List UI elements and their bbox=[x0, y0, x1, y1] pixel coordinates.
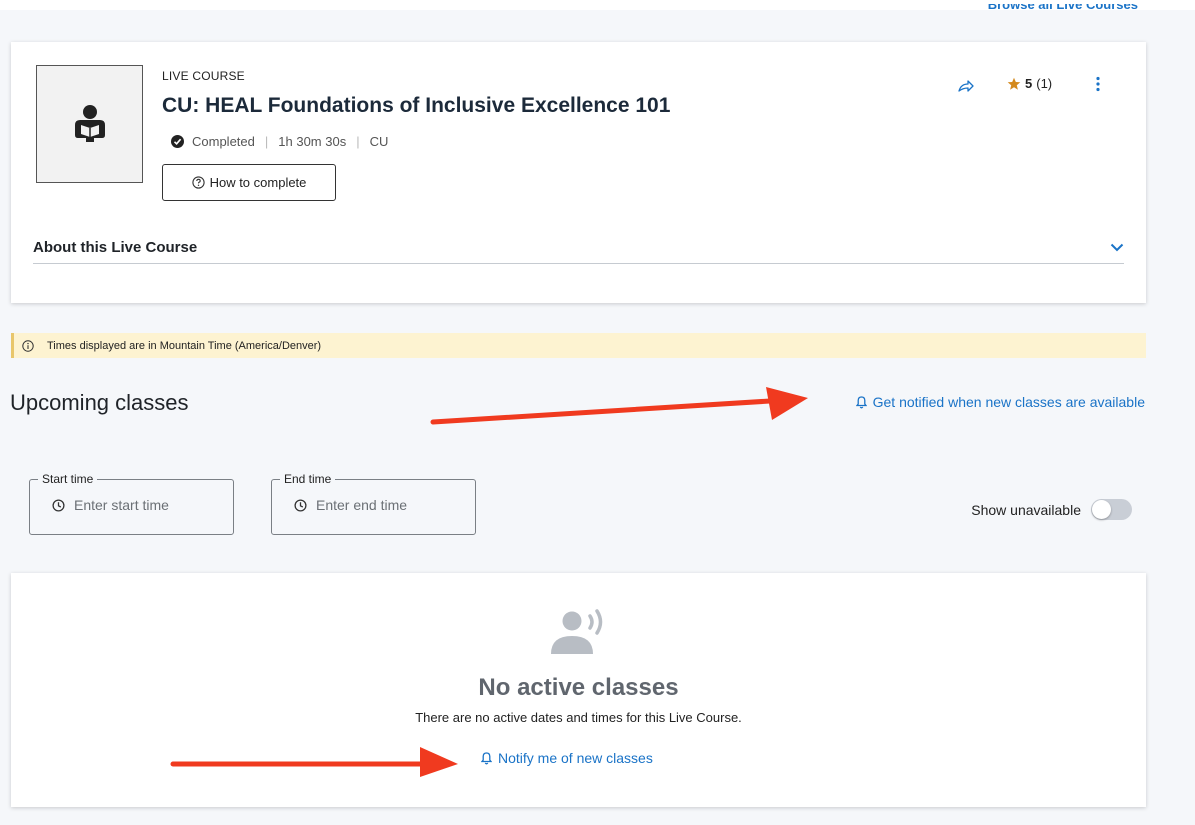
course-thumbnail bbox=[36, 65, 143, 183]
annotation-arrow-top bbox=[430, 387, 808, 425]
show-unavailable-label: Show unavailable bbox=[971, 501, 1081, 518]
notify-new-classes-link[interactable]: Notify me of new classes bbox=[481, 750, 653, 766]
meta-separator: | bbox=[356, 134, 360, 149]
how-to-complete-label: How to complete bbox=[209, 175, 307, 190]
bell-icon bbox=[855, 395, 867, 408]
show-unavailable-toggle[interactable] bbox=[1091, 499, 1132, 520]
start-time-input[interactable] bbox=[74, 497, 214, 513]
get-notified-link[interactable]: Get notified when new classes are availa… bbox=[855, 394, 1145, 410]
course-meta: Completed | 1h 30m 30s | CU bbox=[171, 134, 388, 149]
course-duration: 1h 30m 30s bbox=[278, 134, 347, 149]
help-circle-icon bbox=[191, 176, 205, 189]
info-icon bbox=[22, 339, 34, 352]
browse-all-live-courses-link[interactable]: Browse all Live Courses bbox=[988, 4, 1138, 20]
end-time-field[interactable]: End time bbox=[271, 472, 476, 535]
person-speaking-icon bbox=[551, 609, 603, 654]
empty-state-subtitle: There are no active dates and times for … bbox=[415, 710, 742, 725]
end-time-input[interactable] bbox=[316, 497, 456, 513]
about-accordion[interactable]: About this Live Course bbox=[33, 232, 1124, 264]
about-label: About this Live Course bbox=[33, 239, 198, 256]
share-button[interactable] bbox=[958, 79, 974, 98]
get-notified-label: Get notified when new classes are availa… bbox=[872, 394, 1145, 410]
course-rating[interactable]: 5 (1) bbox=[1007, 76, 1052, 91]
clock-icon bbox=[52, 498, 65, 512]
timezone-text: Times displayed are in Mountain Time (Am… bbox=[47, 339, 322, 352]
empty-state-title: No active classes bbox=[478, 674, 679, 701]
annotation-arrow-bottom bbox=[170, 747, 458, 777]
start-time-label: Start time bbox=[38, 472, 98, 486]
meta-separator: | bbox=[264, 134, 269, 149]
course-card: LIVE COURSE CU: HEAL Foundations of Incl… bbox=[11, 42, 1146, 303]
more-options-button[interactable] bbox=[1095, 76, 1101, 97]
course-type-label: LIVE COURSE bbox=[162, 69, 245, 83]
rating-score: 5 bbox=[1025, 76, 1033, 91]
course-provider: CU bbox=[369, 134, 389, 149]
rating-count: (1) bbox=[1036, 76, 1053, 91]
person-reading-icon bbox=[74, 105, 105, 142]
notify-new-classes-label: Notify me of new classes bbox=[498, 750, 653, 766]
start-time-field[interactable]: Start time bbox=[29, 472, 234, 535]
course-title: CU: HEAL Foundations of Inclusive Excell… bbox=[162, 94, 671, 117]
how-to-complete-button[interactable]: How to complete bbox=[162, 164, 336, 201]
check-circle-icon bbox=[171, 135, 184, 148]
show-unavailable-control: Show unavailable bbox=[971, 499, 1132, 520]
bell-icon bbox=[481, 751, 492, 764]
upcoming-classes-title: Upcoming classes bbox=[10, 390, 189, 415]
timezone-banner: Times displayed are in Mountain Time (Am… bbox=[11, 333, 1146, 358]
clock-icon bbox=[294, 498, 307, 512]
more-vertical-icon bbox=[1096, 76, 1100, 92]
share-arrow-icon bbox=[958, 80, 974, 92]
completion-status: Completed bbox=[192, 134, 255, 149]
end-time-label: End time bbox=[280, 472, 336, 486]
toggle-knob bbox=[1092, 500, 1111, 519]
chevron-down-icon bbox=[1110, 243, 1124, 252]
star-icon bbox=[1007, 77, 1021, 90]
